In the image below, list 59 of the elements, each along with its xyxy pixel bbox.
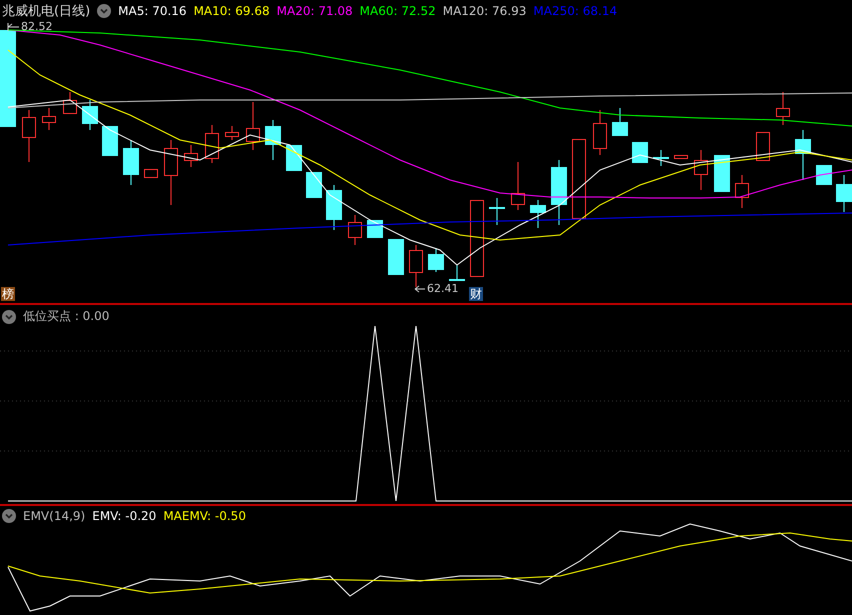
candlestick [551,160,567,226]
candlestick [776,92,790,126]
candlestick [795,130,811,180]
candlestick [265,120,281,160]
emv-value-label: MAEMV: -0.50 [163,509,246,523]
candlestick [144,168,158,178]
tag-badge[interactable]: 榜 [1,287,15,301]
candlestick [42,108,56,130]
high-price-label: 82.52 [21,20,52,33]
indicator-title: EMV(14,9) [23,509,86,523]
low-price-label: 62.41 [427,282,458,295]
ma-value-label: MA20: 71.08 [276,4,353,18]
candlestick [530,200,546,228]
candlestick [511,162,525,210]
pointer-arrow-icon [414,284,426,294]
ma-value-label: MA5: 70.16 [118,4,187,18]
candlestick [756,132,770,161]
candlestick [184,144,198,168]
candlestick [714,154,730,192]
candlestick [409,244,423,288]
ma-value-label: MA10: 69.68 [194,4,270,18]
candlestick [694,150,708,190]
candlestick [816,164,832,186]
candlestick [632,142,648,164]
candlestick [286,144,302,172]
candlestick [428,248,444,272]
candlestick [735,174,749,208]
candlestick [367,220,383,238]
candlestick [102,126,118,156]
candlestick [63,92,77,114]
tag-badge[interactable]: 财 [469,287,483,301]
candlestick [489,198,505,226]
chevron-down-icon[interactable] [2,310,16,324]
candlestick [22,110,36,162]
candlestick [205,124,219,164]
candlestick [612,108,628,136]
ma-value-label: MA250: 68.14 [533,4,618,18]
candlestick [674,154,688,159]
candlestick [836,174,852,212]
candlestick [82,100,98,130]
ma-value-label: MA60: 72.52 [360,4,436,18]
candlestick [653,150,669,166]
emv-value-label: EMV: -0.20 [92,509,156,523]
candlestick [164,140,178,206]
pointer-arrow-icon [6,22,20,32]
candlestick [593,110,607,156]
ma-value-label: MA120: 76.93 [442,4,526,18]
candlestick [326,184,342,230]
candlestick [246,102,260,150]
candlestick [123,140,139,186]
indicator-title: 低位买点 : 0.00 [23,308,110,325]
stock-title: 兆威机电(日线) [2,3,90,20]
candlestick [388,238,404,276]
candlestick [225,126,239,140]
candlestick [348,214,362,246]
chevron-down-icon[interactable] [2,509,16,523]
candlestick [306,172,322,198]
candlestick [449,264,465,282]
chevron-down-icon[interactable] [97,4,112,18]
